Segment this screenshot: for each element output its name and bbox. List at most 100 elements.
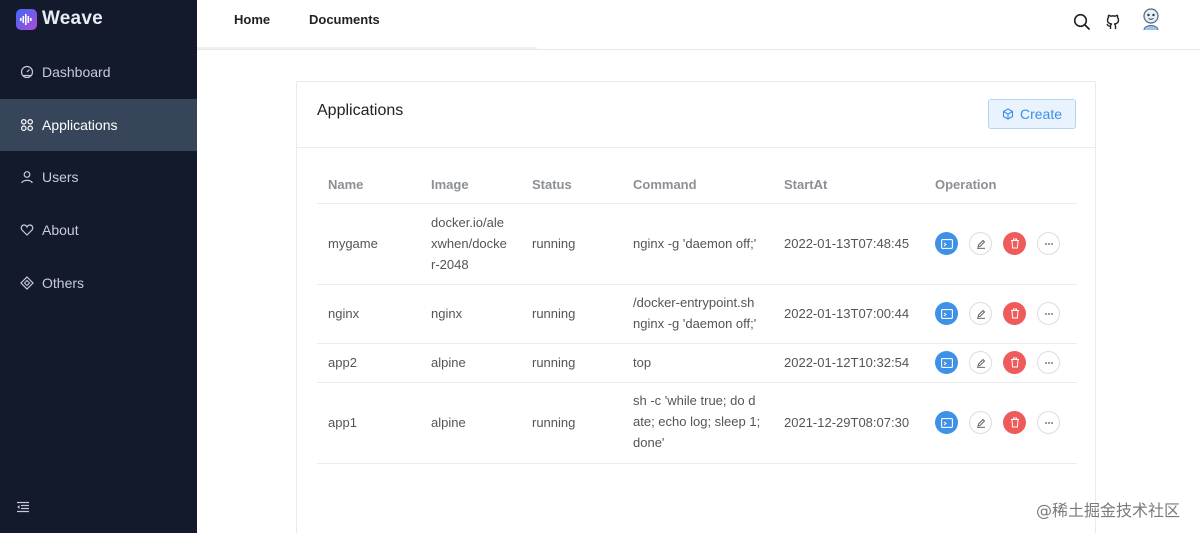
cell-name: app2 — [328, 355, 357, 370]
cell-command-line: done' — [633, 435, 665, 450]
cell-command-line: /docker-entrypoint.sh — [633, 295, 755, 310]
cell-status: running — [532, 415, 576, 430]
terminal-button[interactable] — [935, 411, 958, 434]
cell-image-line: r-2048 — [431, 257, 469, 272]
row-operations — [935, 232, 1060, 255]
cell-startat: 2021-12-29T08:07:30 — [784, 415, 910, 430]
cell-command: sh -c 'while true; do d ate; echo log; s… — [633, 390, 760, 453]
user-icon — [20, 170, 34, 184]
cell-status: running — [532, 236, 576, 251]
cell-image-line: xwhen/docke — [431, 236, 507, 251]
cell-status: running — [532, 306, 576, 321]
top-header: Home Documents — [197, 0, 1200, 50]
nav-documents[interactable]: Documents — [309, 12, 380, 27]
collapse-menu-icon[interactable] — [16, 500, 30, 514]
delete-button[interactable] — [1003, 302, 1026, 325]
edit-icon — [976, 358, 985, 368]
heart-icon — [20, 223, 34, 237]
cell-image-line: alpine — [431, 355, 466, 370]
diamond-icon — [20, 275, 34, 290]
cell-image-line: alpine — [431, 415, 466, 430]
terminal-button[interactable] — [935, 232, 958, 255]
sidebar-item-about[interactable]: About — [0, 204, 197, 257]
sidebar: Weave Dashboard Applications Users About — [0, 0, 197, 533]
cell-command-line: sh -c 'while true; do d — [633, 393, 756, 408]
cell-name: nginx — [328, 306, 360, 321]
search-icon[interactable] — [1073, 13, 1091, 31]
sidebar-item-label: Others — [42, 274, 85, 291]
cell-startat: 2022-01-13T07:00:44 — [784, 306, 910, 321]
applications-table: Name Image Status Command StartAt Operat… — [317, 168, 1077, 464]
column-header-operation: Operation — [935, 177, 997, 192]
row-operations — [935, 351, 1060, 374]
terminal-icon — [940, 357, 953, 368]
github-icon[interactable] — [1104, 13, 1122, 31]
sidebar-item-others[interactable]: Others — [0, 256, 197, 309]
sidebar-item-users[interactable]: Users — [0, 151, 197, 204]
cell-name: app1 — [328, 415, 357, 430]
delete-button[interactable] — [1003, 351, 1026, 374]
nav-underline — [197, 47, 537, 49]
more-button[interactable] — [1037, 411, 1060, 434]
table-row: app1 alpine running sh -c 'while true; d… — [317, 383, 1077, 464]
more-icon — [1044, 361, 1053, 364]
table-header: Name Image Status Command StartAt Operat… — [317, 168, 1077, 204]
more-button[interactable] — [1037, 302, 1060, 325]
applications-card: Applications Create Name Image Status Co… — [296, 81, 1096, 533]
edit-button[interactable] — [969, 232, 992, 255]
cell-startat: 2022-01-12T10:32:54 — [784, 355, 910, 370]
brand[interactable]: Weave — [16, 8, 103, 30]
delete-icon — [1010, 308, 1019, 319]
edit-icon — [976, 418, 985, 428]
create-button[interactable]: Create — [988, 99, 1076, 129]
more-icon — [1044, 242, 1053, 245]
cube-icon — [1002, 108, 1014, 120]
app-name: Weave — [42, 8, 103, 29]
sidebar-item-label: About — [42, 222, 79, 239]
cell-command: top — [633, 352, 651, 373]
cell-command-line: top — [633, 355, 652, 370]
edit-icon — [976, 239, 985, 249]
table-row: app2 alpine running top 2022-01-12T10:32… — [317, 344, 1077, 383]
delete-icon — [1010, 238, 1019, 249]
edit-button[interactable] — [969, 302, 992, 325]
cell-status: running — [532, 355, 576, 370]
avatar[interactable] — [1140, 7, 1162, 31]
cell-name: mygame — [328, 236, 378, 251]
column-header-status[interactable]: Status — [532, 177, 572, 192]
nav-home[interactable]: Home — [234, 12, 270, 27]
column-header-name[interactable]: Name — [328, 177, 363, 192]
create-button-label: Create — [1019, 106, 1063, 122]
terminal-button[interactable] — [935, 302, 958, 325]
cell-command: /docker-entrypoint.sh nginx -g 'daemon o… — [633, 292, 756, 334]
table-row: mygame docker.io/ale xwhen/docke r-2048 … — [317, 204, 1077, 285]
sidebar-item-label: Applications — [42, 116, 118, 133]
edit-button[interactable] — [969, 351, 992, 374]
edit-button[interactable] — [969, 411, 992, 434]
cell-image: nginx — [431, 303, 462, 324]
cell-image-line: docker.io/ale — [431, 215, 504, 230]
card-title: Applications — [317, 102, 404, 119]
sidebar-item-label: Dashboard — [42, 64, 111, 81]
cell-command: nginx -g 'daemon off;' — [633, 233, 756, 254]
row-operations — [935, 302, 1060, 325]
delete-button[interactable] — [1003, 411, 1026, 434]
sidebar-item-label: Users — [42, 169, 79, 186]
card-divider — [297, 147, 1095, 148]
delete-icon — [1010, 357, 1019, 368]
more-button[interactable] — [1037, 232, 1060, 255]
more-icon — [1044, 312, 1053, 315]
more-button[interactable] — [1037, 351, 1060, 374]
cell-image: alpine — [431, 412, 466, 433]
apps-icon — [20, 118, 34, 132]
cell-startat: 2022-01-13T07:48:45 — [784, 236, 910, 251]
column-header-startat[interactable]: StartAt — [784, 177, 827, 192]
column-header-image[interactable]: Image — [431, 177, 469, 192]
sidebar-item-dashboard[interactable]: Dashboard — [0, 46, 197, 99]
cell-image: alpine — [431, 352, 466, 373]
delete-button[interactable] — [1003, 232, 1026, 255]
row-operations — [935, 411, 1060, 434]
column-header-command[interactable]: Command — [633, 177, 697, 192]
sidebar-item-applications[interactable]: Applications — [0, 98, 197, 152]
terminal-button[interactable] — [935, 351, 958, 374]
